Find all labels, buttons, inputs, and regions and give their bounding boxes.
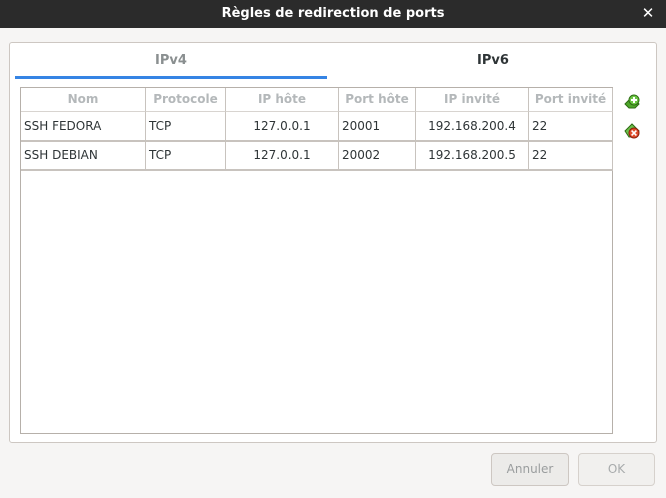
add-rule-button[interactable] — [622, 91, 642, 111]
tab-ipv6-label: IPv6 — [477, 53, 509, 68]
title-bar: Règles de redirection de ports ✕ — [0, 0, 666, 28]
cell-name[interactable]: SSH FEDORA — [21, 112, 146, 142]
cell-protocol[interactable]: TCP — [146, 141, 226, 171]
table-row[interactable]: SSH DEBIAN TCP 127.0.0.1 20002 192.168.2… — [21, 141, 613, 171]
column-header-host-ip[interactable]: IP hôte — [226, 88, 339, 112]
column-header-guest-ip[interactable]: IP invité — [416, 88, 529, 112]
cancel-button[interactable]: Annuler — [491, 453, 569, 486]
column-header-protocol[interactable]: Protocole — [146, 88, 226, 112]
dialog-title: Règles de redirection de ports — [221, 6, 445, 21]
remove-rule-icon — [624, 123, 640, 139]
ok-button[interactable]: OK — [578, 453, 655, 486]
tab-ipv4[interactable]: IPv4 — [15, 47, 327, 79]
tab-ipv4-label: IPv4 — [155, 53, 187, 68]
cell-protocol[interactable]: TCP — [146, 112, 226, 142]
cell-host-ip[interactable]: 127.0.0.1 — [226, 141, 339, 171]
remove-rule-button[interactable] — [622, 121, 642, 141]
active-tab-indicator — [15, 76, 327, 79]
cell-host-port[interactable]: 20001 — [339, 112, 416, 142]
table-row[interactable]: SSH FEDORA TCP 127.0.0.1 20001 192.168.2… — [21, 112, 613, 142]
close-icon[interactable]: ✕ — [640, 4, 656, 22]
cell-host-port[interactable]: 20002 — [339, 141, 416, 171]
rules-table: Nom Protocole IP hôte Port hôte IP invit… — [20, 87, 613, 434]
tab-bar: IPv4 IPv6 — [15, 47, 653, 81]
cell-guest-ip[interactable]: 192.168.200.4 — [416, 112, 529, 142]
add-rule-icon — [624, 94, 640, 109]
cell-guest-ip[interactable]: 192.168.200.5 — [416, 141, 529, 171]
column-header-name[interactable]: Nom — [21, 88, 146, 112]
rules-panel: IPv4 IPv6 Nom Protocole IP hôte Port hôt… — [9, 42, 657, 443]
port-forwarding-dialog: Règles de redirection de ports ✕ IPv4 IP… — [0, 0, 666, 498]
column-header-guest-port[interactable]: Port invité — [529, 88, 613, 112]
cell-guest-port[interactable]: 22 — [529, 112, 613, 142]
cell-guest-port[interactable]: 22 — [529, 141, 613, 171]
tab-ipv6[interactable]: IPv6 — [337, 47, 649, 79]
rules-grid: Nom Protocole IP hôte Port hôte IP invit… — [21, 88, 613, 171]
column-header-host-port[interactable]: Port hôte — [339, 88, 416, 112]
table-header: Nom Protocole IP hôte Port hôte IP invit… — [21, 88, 613, 112]
cell-name[interactable]: SSH DEBIAN — [21, 141, 146, 171]
cell-host-ip[interactable]: 127.0.0.1 — [226, 112, 339, 142]
